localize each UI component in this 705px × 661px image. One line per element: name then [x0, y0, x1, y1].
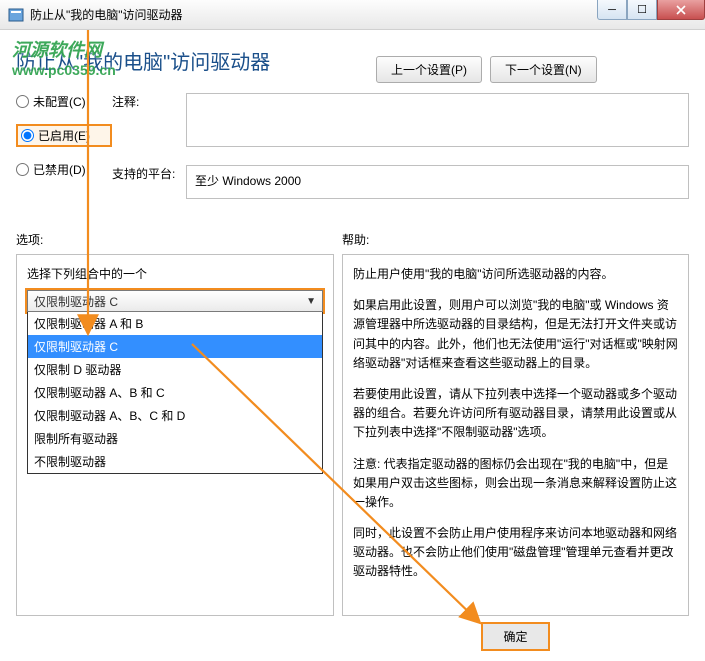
ok-button[interactable]: 确定 — [481, 622, 549, 651]
drive-combo[interactable]: 仅限制驱动器 C ▼ — [27, 290, 323, 312]
radio-disabled[interactable]: 已禁用(D) — [16, 161, 112, 178]
help-label: 帮助: — [342, 231, 689, 248]
drive-dropdown: 仅限制驱动器 A 和 B 仅限制驱动器 C 仅限制 D 驱动器 仅限制驱动器 A… — [27, 312, 323, 474]
list-item[interactable]: 不限制驱动器 — [28, 450, 322, 473]
list-item[interactable]: 限制所有驱动器 — [28, 427, 322, 450]
combo-selected: 仅限制驱动器 C — [34, 293, 118, 310]
list-item[interactable]: 仅限制驱动器 A、B 和 C — [28, 381, 322, 404]
comment-label: 注释: — [112, 93, 186, 147]
window-controls: ─ ☐ — [597, 0, 705, 20]
radio-unconfigured[interactable]: 未配置(C) — [16, 93, 112, 110]
list-item[interactable]: 仅限制驱动器 A、B、C 和 D — [28, 404, 322, 427]
close-button[interactable] — [657, 0, 705, 20]
app-icon — [8, 7, 24, 23]
options-instruction: 选择下列组合中的一个 — [27, 265, 323, 282]
page-title: 防止从"我的电脑"访问驱动器 — [16, 40, 376, 75]
title-bar: 防止从"我的电脑"访问驱动器 ─ ☐ — [0, 0, 705, 30]
list-item[interactable]: 仅限制驱动器 C — [28, 335, 322, 358]
prev-setting-button[interactable]: 上一个设置(P) — [376, 56, 482, 83]
platform-label: 支持的平台: — [112, 165, 186, 199]
radio-enabled[interactable]: 已启用(E) — [16, 124, 112, 147]
state-radios: 未配置(C) 已启用(E) 已禁用(D) — [16, 93, 112, 217]
list-item[interactable]: 仅限制 D 驱动器 — [28, 358, 322, 381]
help-text: 防止用户使用"我的电脑"访问所选驱动器的内容。 如果启用此设置，则用户可以浏览"… — [342, 254, 689, 616]
list-item[interactable]: 仅限制驱动器 A 和 B — [28, 312, 322, 335]
next-setting-button[interactable]: 下一个设置(N) — [490, 56, 597, 83]
window-title: 防止从"我的电脑"访问驱动器 — [30, 6, 183, 23]
chevron-down-icon: ▼ — [306, 296, 316, 307]
maximize-button[interactable]: ☐ — [627, 0, 657, 20]
options-label: 选项: — [16, 231, 334, 248]
platform-value: 至少 Windows 2000 — [186, 165, 689, 199]
minimize-button[interactable]: ─ — [597, 0, 627, 20]
comment-input[interactable] — [186, 93, 689, 147]
